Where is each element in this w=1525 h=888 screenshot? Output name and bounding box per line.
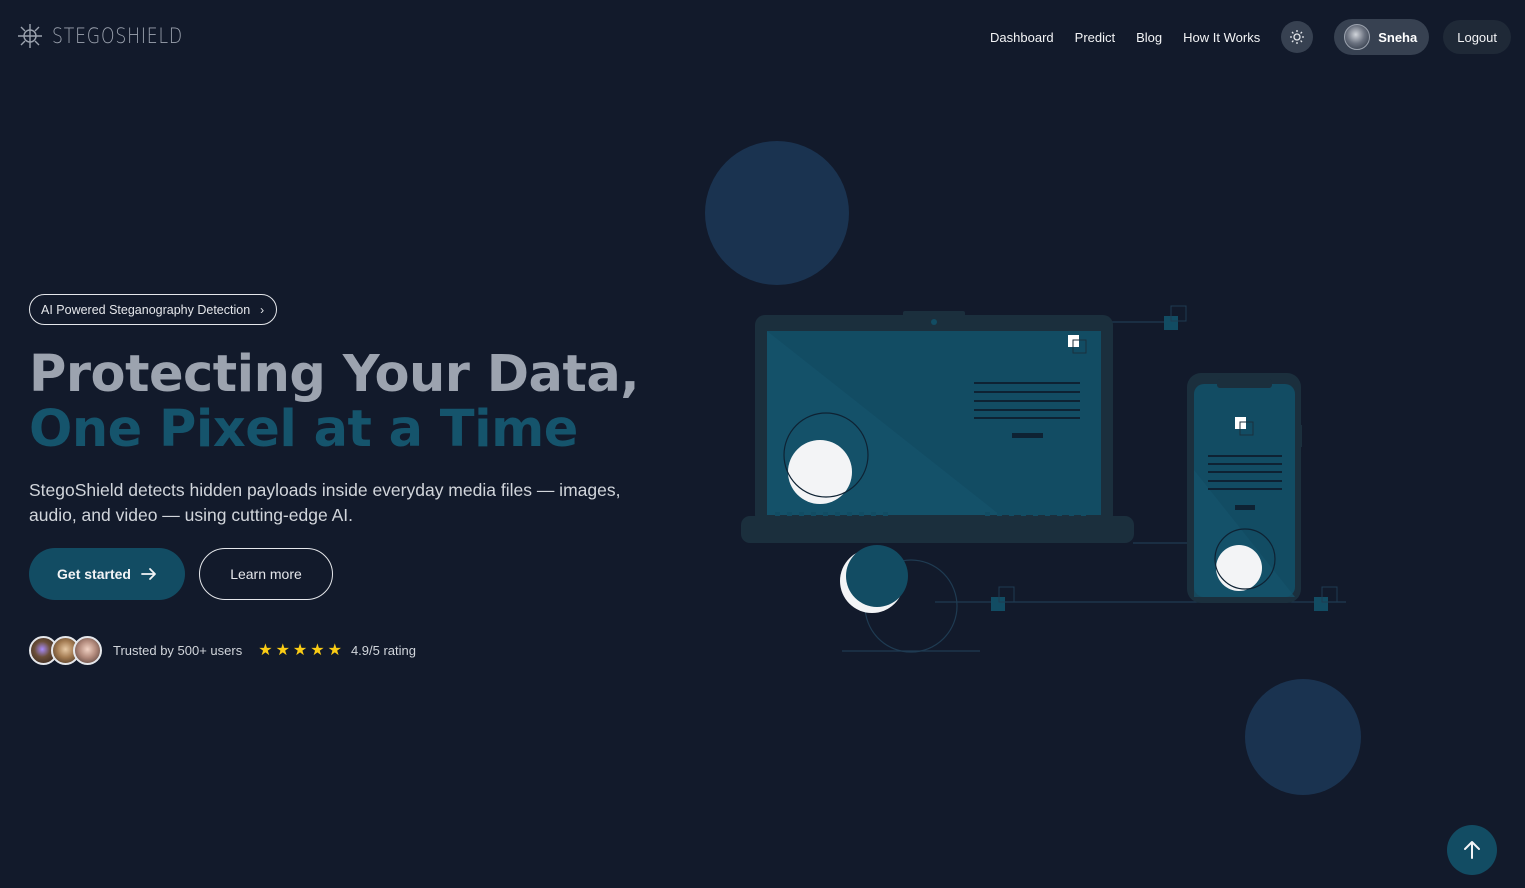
phone-graphic — [1187, 373, 1302, 603]
page: STEGOSHIELD Dashboard Predict Blog How I… — [0, 0, 1525, 888]
arrow-up-icon — [1464, 841, 1480, 859]
laptop-graphic — [741, 311, 1134, 543]
hero-illustration — [705, 141, 1361, 795]
scroll-to-top-button[interactable] — [1447, 825, 1497, 875]
decor-circle-top — [705, 141, 849, 285]
decor-circle-bottom — [1245, 679, 1361, 795]
floating-orb-graphic — [840, 545, 908, 613]
